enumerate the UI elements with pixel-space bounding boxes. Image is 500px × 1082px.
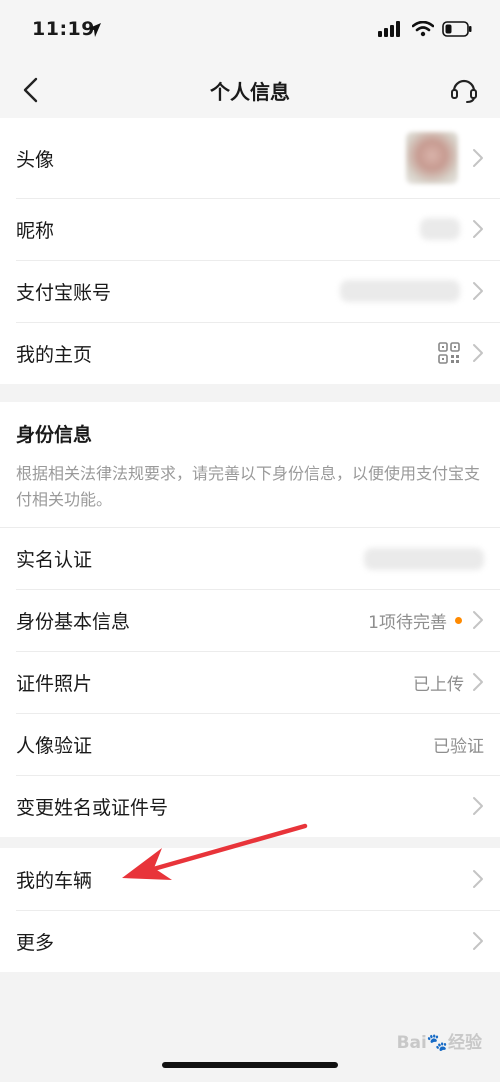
alipay-account-label: 支付宝账号 <box>16 281 112 304</box>
customer-service-button[interactable] <box>446 72 482 108</box>
nav-bar: 个人信息 <box>0 62 500 118</box>
chevron-right-icon <box>472 219 484 239</box>
status-icons <box>378 20 472 41</box>
identity-section-description: 根据相关法律法规要求，请完善以下身份信息，以便使用支付宝支付相关功能。 <box>16 464 481 509</box>
chevron-right-icon <box>472 343 484 363</box>
nickname-value-blurred <box>420 218 460 240</box>
id-photo-row[interactable]: 证件照片 已上传 <box>0 651 500 713</box>
status-bar: 11:19 <box>0 0 500 62</box>
watermark: Bai🐾经验 <box>396 1033 482 1053</box>
basic-identity-label: 身份基本信息 <box>16 610 131 633</box>
home-indicator <box>162 1062 338 1068</box>
basic-identity-value: 1项待完善 <box>368 612 447 633</box>
realname-value-blurred <box>364 547 484 570</box>
chevron-right-icon <box>472 796 484 816</box>
identity-section-title: 身份信息 <box>16 424 93 446</box>
nickname-label: 昵称 <box>16 219 55 242</box>
chevron-right-icon <box>472 869 484 889</box>
nickname-row[interactable]: 昵称 <box>0 198 500 260</box>
basic-info-group: 头像 昵称 支付宝账号 我的主页 <box>0 118 500 384</box>
identity-info-group: 身份信息 根据相关法律法规要求，请完善以下身份信息，以便使用支付宝支付相关功能。… <box>0 402 500 837</box>
face-verify-value: 已验证 <box>433 736 484 757</box>
face-verify-label: 人像验证 <box>16 734 93 757</box>
face-verify-row[interactable]: 人像验证 已验证 <box>0 713 500 775</box>
id-photo-value: 已上传 <box>413 674 464 695</box>
more-row[interactable]: 更多 <box>0 910 500 972</box>
chevron-right-icon <box>472 610 484 630</box>
id-photo-label: 证件照片 <box>16 672 93 695</box>
homepage-label: 我的主页 <box>16 343 93 366</box>
battery-icon <box>442 21 472 41</box>
cellular-signal-icon <box>378 21 404 41</box>
location-arrow-icon <box>86 22 102 42</box>
page-title: 个人信息 <box>210 80 290 104</box>
chevron-right-icon <box>472 931 484 951</box>
realname-row[interactable]: 实名认证 <box>0 527 500 589</box>
qr-code-icon <box>438 342 460 364</box>
headset-icon <box>451 79 477 103</box>
avatar-row[interactable]: 头像 <box>0 118 500 198</box>
pending-dot <box>455 616 462 624</box>
avatar <box>406 132 458 184</box>
avatar-label: 头像 <box>16 148 55 171</box>
identity-section-header: 身份信息 根据相关法律法规要求，请完善以下身份信息，以便使用支付宝支付相关功能。 <box>0 402 500 527</box>
annotation-arrow-icon <box>122 823 308 880</box>
wifi-icon <box>411 20 435 41</box>
homepage-row[interactable]: 我的主页 <box>0 322 500 384</box>
chevron-right-icon <box>472 148 484 168</box>
more-label: 更多 <box>16 931 55 954</box>
chevron-right-icon <box>472 281 484 301</box>
alipay-account-value-blurred <box>340 280 460 302</box>
chevron-right-icon <box>472 672 484 692</box>
realname-label: 实名认证 <box>16 549 93 571</box>
basic-identity-row[interactable]: 身份基本信息 1项待完善 <box>0 589 500 651</box>
change-name-label: 变更姓名或证件号 <box>16 796 169 819</box>
alipay-account-row[interactable]: 支付宝账号 <box>0 260 500 322</box>
